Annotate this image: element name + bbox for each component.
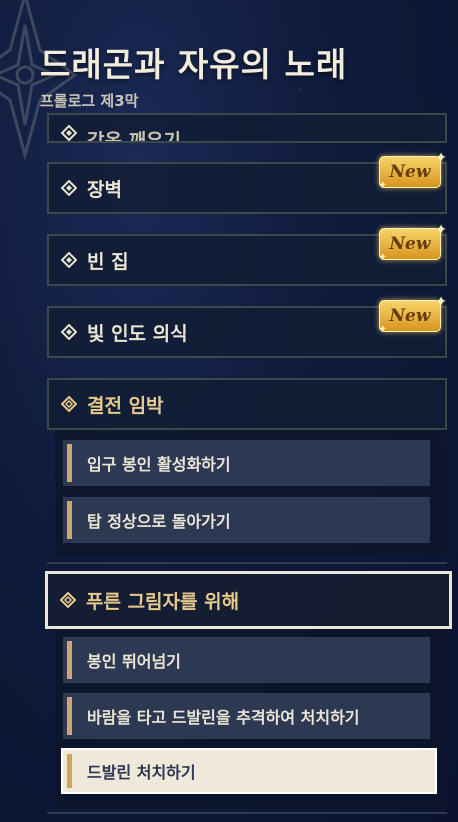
- quest-item[interactable]: 입구 봉인 활성화하기: [63, 440, 430, 486]
- sparkle-icon: ✦: [435, 150, 447, 166]
- quest-diamond-icon: [61, 125, 77, 141]
- chapter-item-wake-prison[interactable]: 감옥 깨우기: [47, 113, 447, 143]
- chapter-name: 푸른 그림자를 위해: [86, 590, 240, 613]
- quest-name: 탑 정상으로 돌아가기: [87, 512, 231, 531]
- divider: [47, 562, 447, 564]
- new-badge: New: [379, 228, 441, 260]
- chapter-item-blue-shadow[interactable]: 푸른 그림자를 위해: [45, 571, 452, 629]
- quest-name: 드발린 처치하기: [87, 763, 196, 782]
- quest-diamond-icon: [61, 180, 77, 196]
- chapter-item-light-ritual[interactable]: 빛 인도 의식 New ✦ ✦: [47, 294, 447, 358]
- chapter-item-showdown[interactable]: 결전 임박: [47, 378, 447, 430]
- quest-diamond-icon: [61, 252, 77, 268]
- sparkle-icon: ✦: [378, 180, 387, 191]
- chapter-name: 빛 인도 의식: [87, 322, 188, 345]
- chapter-item-empty-house[interactable]: 빈 집 New ✦ ✦: [47, 222, 447, 286]
- sparkle-icon: ✦: [435, 294, 447, 310]
- sparkle-icon: ✦: [378, 324, 387, 335]
- sparkle-icon: ✦: [378, 252, 387, 263]
- quest-name: 입구 봉인 활성화하기: [87, 455, 231, 474]
- quest-diamond-icon: [61, 324, 77, 340]
- new-badge: New: [379, 300, 441, 332]
- sparkle-icon: ✦: [435, 222, 447, 238]
- quest-name: 봉인 뛰어넘기: [87, 652, 181, 671]
- quest-name: 바람을 타고 드발린을 추격하여 처치하기: [87, 708, 360, 727]
- chapter-item-barrier[interactable]: 장벽 New ✦ ✦: [47, 150, 447, 214]
- quest-list-blue-shadow: 봉인 뛰어넘기 바람을 타고 드발린을 추격하여 처치하기 드발린 처치하기: [55, 629, 445, 807]
- quest-item[interactable]: 봉인 뛰어넘기: [63, 637, 430, 683]
- quest-item-active[interactable]: 드발린 처치하기: [61, 748, 437, 794]
- divider: [47, 812, 447, 814]
- quest-header: 드래곤과 자유의 노래 프롤로그 제3막: [40, 38, 347, 111]
- quest-diamond-open-icon: [61, 396, 77, 412]
- chapter-name: 빈 집: [87, 250, 129, 273]
- chapter-name: 감옥 깨우기: [87, 130, 182, 143]
- new-badge: New: [379, 156, 441, 188]
- quest-item[interactable]: 탑 정상으로 돌아가기: [63, 497, 430, 543]
- chapter-name: 장벽: [87, 178, 122, 201]
- quest-item[interactable]: 바람을 타고 드발린을 추격하여 처치하기: [63, 693, 430, 739]
- chapter-name: 결전 임박: [87, 394, 164, 417]
- chapter-title: 드래곤과 자유의 노래: [40, 45, 348, 84]
- quest-diamond-open-icon: [60, 592, 76, 608]
- quest-list-showdown: 입구 봉인 활성화하기 탑 정상으로 돌아가기: [55, 430, 445, 556]
- act-subtitle: 프롤로그 제3막: [40, 92, 139, 110]
